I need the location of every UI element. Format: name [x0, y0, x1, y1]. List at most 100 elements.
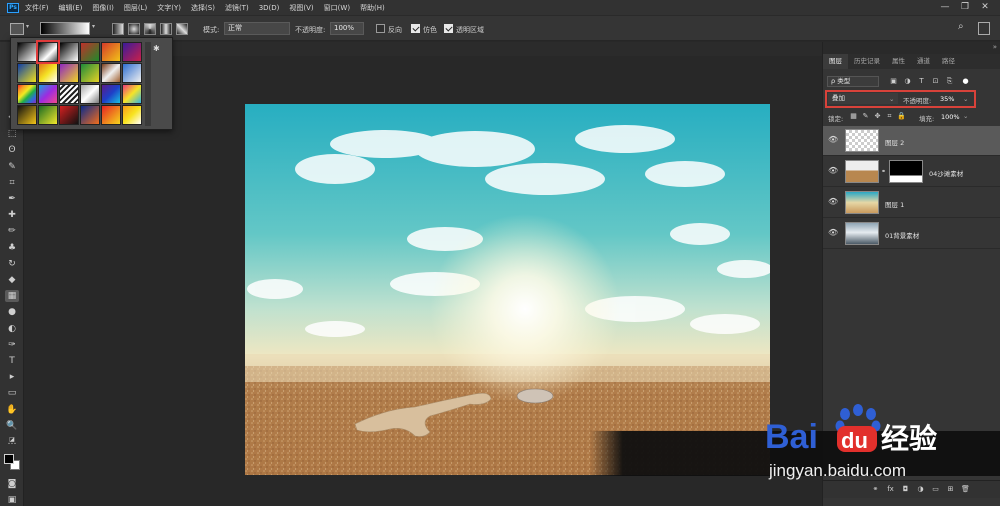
gradient-preset-swatch[interactable]	[38, 84, 58, 104]
menu-view[interactable]: 视图(V)	[289, 3, 313, 13]
search-icon[interactable]: ⌕	[958, 21, 964, 32]
gradient-preset-swatch[interactable]	[80, 84, 100, 104]
picker-scrollbar[interactable]	[145, 42, 151, 126]
hand-icon[interactable]: ✋	[5, 404, 19, 416]
opacity-input[interactable]: 100%	[330, 22, 364, 35]
chain-link-icon[interactable]: ⚭	[881, 168, 886, 175]
minimize-button[interactable]: —	[938, 1, 952, 13]
radial-gradient-button[interactable]	[128, 23, 140, 35]
panel-collapse-bar[interactable]: »	[823, 42, 1000, 54]
gradient-preset-swatch[interactable]	[80, 42, 100, 62]
gradient-preset-swatch[interactable]	[80, 63, 100, 83]
tab-channels[interactable]: 通道	[911, 54, 936, 69]
layer-mask-thumbnail[interactable]	[889, 160, 923, 183]
gradient-icon[interactable]: ▦	[5, 290, 19, 303]
mode-select[interactable]: 正常	[224, 22, 290, 35]
menu-file[interactable]: 文件(F)	[25, 3, 49, 13]
linear-gradient-button[interactable]	[112, 23, 124, 35]
workspace-icon[interactable]	[978, 22, 990, 35]
foreground-color-swatch[interactable]	[4, 454, 14, 464]
lock-artboard-icon[interactable]: ⌗	[885, 112, 894, 121]
gradient-preset-swatch[interactable]	[17, 42, 37, 62]
menu-layer[interactable]: 图层(L)	[124, 3, 147, 13]
type-filter-icon[interactable]: T	[917, 77, 926, 86]
heal-icon[interactable]: ✚	[5, 209, 19, 221]
gradient-preset-swatch[interactable]	[36, 40, 60, 64]
dither-checkbox[interactable]	[411, 24, 420, 33]
eye-icon[interactable]: 👁	[828, 228, 838, 237]
gradient-preset-swatch[interactable]	[17, 105, 37, 125]
layer-row[interactable]: 👁 ⚭ 04沙滩素材	[823, 157, 1000, 187]
menu-select[interactable]: 选择(S)	[191, 3, 215, 13]
gear-icon[interactable]: ✱	[153, 44, 160, 53]
lock-pixels-icon[interactable]: ✎	[861, 112, 870, 121]
gradient-preset-swatch[interactable]	[101, 84, 121, 104]
lock-transparent-icon[interactable]: ▦	[849, 112, 858, 121]
fill-dropdown-icon[interactable]: ⌄	[963, 112, 968, 120]
tab-layers[interactable]: 图层	[823, 54, 848, 69]
eye-icon[interactable]: 👁	[828, 166, 838, 175]
zoom-icon[interactable]: 🔍	[5, 420, 19, 432]
lock-all-icon[interactable]: 🔒	[897, 112, 906, 121]
menu-image[interactable]: 图像(I)	[92, 3, 114, 13]
gradient-preset-swatch[interactable]	[59, 63, 79, 83]
tab-paths[interactable]: 路径	[936, 54, 961, 69]
reverse-checkbox[interactable]	[376, 24, 385, 33]
pixel-filter-icon[interactable]: ▣	[889, 77, 898, 86]
screen-mode-icon[interactable]: ▣	[5, 494, 19, 506]
gradient-preview[interactable]	[40, 22, 90, 35]
type-icon[interactable]: T	[5, 355, 19, 367]
menu-filter[interactable]: 滤镜(T)	[225, 3, 249, 13]
menu-help[interactable]: 帮助(H)	[360, 3, 385, 13]
menu-type[interactable]: 文字(Y)	[157, 3, 181, 13]
gradient-preset-swatch[interactable]	[38, 63, 58, 83]
filter-toggle-icon[interactable]: ●	[961, 77, 970, 86]
brush-icon[interactable]: ✏	[5, 225, 19, 237]
layer-filter-select[interactable]: ρ 类型	[827, 76, 879, 87]
gradient-preset-swatch[interactable]	[17, 63, 37, 83]
eye-icon[interactable]: 👁	[828, 197, 838, 206]
gradient-preset-swatch[interactable]	[122, 42, 142, 62]
rectangle-icon[interactable]: ▭	[5, 387, 19, 399]
stamp-icon[interactable]: ♣	[5, 242, 19, 254]
lock-position-icon[interactable]: ✥	[873, 112, 882, 121]
transparency-checkbox[interactable]	[444, 24, 453, 33]
adjustment-filter-icon[interactable]: ◑	[903, 77, 912, 86]
tab-properties[interactable]: 属性	[886, 54, 911, 69]
gradient-preset-swatch[interactable]	[101, 63, 121, 83]
gradient-preset-swatch[interactable]	[122, 105, 142, 125]
angle-gradient-button[interactable]	[144, 23, 156, 35]
eye-icon[interactable]: 👁	[828, 135, 838, 144]
diamond-gradient-button[interactable]	[176, 23, 188, 35]
gradient-preset-swatch[interactable]	[17, 84, 37, 104]
menu-edit[interactable]: 编辑(E)	[59, 3, 83, 13]
gradient-dropdown-icon[interactable]: ▾	[92, 23, 98, 35]
eraser-icon[interactable]: ◆	[5, 274, 19, 286]
layer-row[interactable]: 👁 01背景素材	[823, 219, 1000, 249]
gradient-preset-swatch[interactable]	[122, 84, 142, 104]
gradient-preset-swatch[interactable]	[59, 105, 79, 125]
gradient-preset-swatch[interactable]	[122, 63, 142, 83]
gradient-preset-swatch[interactable]	[80, 105, 100, 125]
tool-preset-button[interactable]	[10, 23, 24, 35]
reflected-gradient-button[interactable]	[160, 23, 172, 35]
document-canvas[interactable]	[245, 104, 770, 475]
lasso-icon[interactable]: ʘ	[5, 144, 19, 156]
menu-window[interactable]: 窗口(W)	[324, 3, 350, 13]
default-colors-icon[interactable]: ◪	[5, 434, 19, 446]
gradient-preset-swatch[interactable]	[59, 84, 79, 104]
shape-filter-icon[interactable]: ⊡	[931, 77, 940, 86]
eyedropper-icon[interactable]: ✒	[5, 193, 19, 205]
restore-button[interactable]: ❐	[958, 1, 972, 13]
gradient-preset-swatch[interactable]	[101, 105, 121, 125]
pen-icon[interactable]: ✑	[5, 339, 19, 351]
gradient-preset-swatch[interactable]	[101, 42, 121, 62]
history-brush-icon[interactable]: ↻	[5, 258, 19, 270]
tab-history[interactable]: 历史记录	[848, 54, 886, 69]
path-select-icon[interactable]: ▸	[5, 371, 19, 383]
quick-select-icon[interactable]: ✎	[5, 161, 19, 173]
close-button[interactable]: ✕	[978, 1, 992, 13]
smart-object-filter-icon[interactable]: ⎘	[945, 77, 954, 86]
crop-icon[interactable]: ⌗	[5, 177, 19, 189]
fill-value[interactable]: 100%	[941, 113, 960, 121]
